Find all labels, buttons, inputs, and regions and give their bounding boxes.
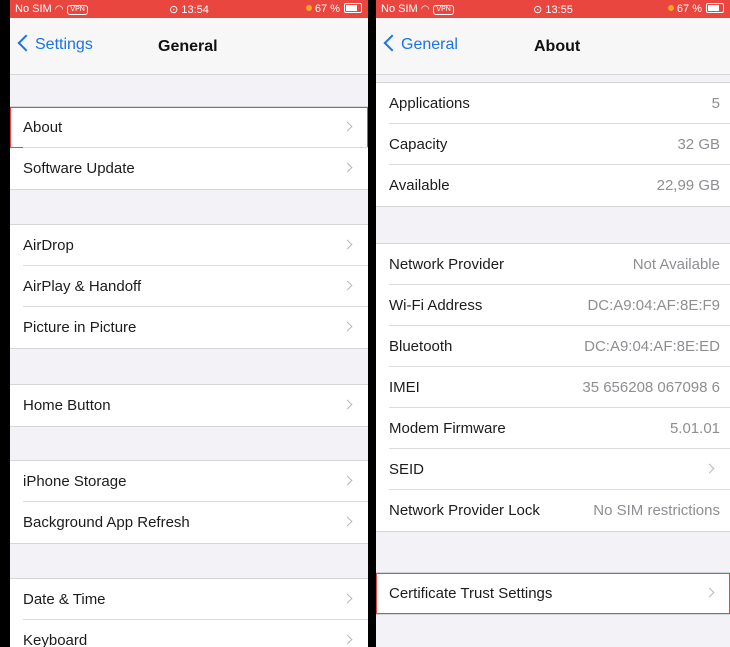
row-label: IMEI — [389, 379, 420, 396]
info-row-imei: IMEI 35 656208 067098 6 — [376, 367, 730, 408]
status-time: 13:55 — [545, 4, 573, 16]
info-row-certificate-trust-settings[interactable]: Certificate Trust Settings — [376, 573, 730, 614]
page-title: General — [158, 38, 218, 55]
right-phone-screen: No SIM ◠ VPN ⊙ 13:55 67 % General About Ap… — [376, 0, 730, 647]
info-row-network-provider: Network Provider Not Available — [376, 244, 730, 285]
row-label: Software Update — [23, 160, 135, 177]
row-value: 5.01.01 — [669, 420, 720, 437]
settings-row-software-update[interactable]: Software Update — [10, 148, 368, 189]
settings-row-airplay-handoff[interactable]: AirPlay & Handoff — [10, 266, 368, 307]
info-row-bluetooth: Bluetooth DC:A9:04:AF:8E:ED — [376, 326, 730, 367]
row-value: No SIM restrictions — [593, 502, 720, 519]
battery-icon — [706, 3, 724, 13]
back-label: Settings — [35, 36, 93, 53]
battery-icon — [344, 3, 362, 13]
settings-group: AirDrop AirPlay & Handoff Picture in Pic… — [10, 224, 368, 349]
settings-row-background-app-refresh[interactable]: Background App Refresh — [10, 502, 368, 543]
row-value: 5 — [711, 95, 720, 112]
orange-dot-icon — [667, 5, 674, 11]
row-label: Network Provider Lock — [389, 502, 540, 519]
row-label: SEID — [389, 461, 425, 478]
status-time: 13:54 — [181, 4, 209, 16]
alarm-icon: ⊙ — [533, 4, 546, 16]
row-label: Applications — [389, 95, 470, 112]
settings-row-picture-in-picture[interactable]: Picture in Picture — [10, 307, 368, 348]
row-label: Picture in Picture — [23, 319, 137, 336]
row-value: 22,99 GB — [656, 177, 720, 194]
info-row-available: Available 22,99 GB — [376, 165, 730, 206]
status-bar: No SIM ◠ VPN ⊙ 13:55 67 % — [376, 0, 730, 18]
battery-percent: 67 % — [314, 3, 340, 15]
chevron-right-icon — [342, 239, 353, 250]
navigation-bar: Settings General — [10, 18, 368, 75]
info-group: Network Provider Not Available Wi-Fi Addr… — [376, 243, 730, 532]
alarm-icon: ⊙ — [169, 4, 182, 16]
row-label: AirPlay & Handoff — [23, 278, 142, 295]
row-value: DC:A9:04:AF:8E:ED — [584, 338, 720, 355]
navigation-bar: General About — [376, 18, 730, 75]
row-label: About — [23, 119, 63, 136]
row-value: 32 GB — [677, 136, 720, 153]
chevron-right-icon — [342, 280, 353, 291]
orange-dot-icon — [305, 5, 312, 11]
row-label: Available — [389, 177, 450, 194]
settings-row-about[interactable]: About — [10, 107, 368, 148]
info-row-network-provider-lock: Network Provider Lock No SIM restrictions — [376, 490, 730, 531]
chevron-right-icon — [342, 121, 353, 132]
row-label: Home Button — [23, 397, 111, 414]
info-row-seid[interactable]: SEID — [376, 449, 730, 490]
page-title: About — [534, 38, 581, 55]
chevron-right-icon — [342, 399, 353, 410]
battery-percent: 67 % — [676, 3, 702, 15]
row-label: Network Provider — [389, 256, 505, 273]
settings-row-airdrop[interactable]: AirDrop — [10, 225, 368, 266]
chevron-right-icon — [342, 634, 353, 645]
row-label: AirDrop — [23, 237, 74, 254]
row-label: Bluetooth — [389, 338, 453, 355]
settings-group: iPhone Storage Background App Refresh — [10, 460, 368, 544]
row-label: Date & Time — [23, 591, 106, 608]
settings-group: Date & Time Keyboard — [10, 578, 368, 647]
settings-group: About Software Update — [10, 106, 368, 190]
info-row-applications: Applications 5 — [376, 83, 730, 124]
row-label: Certificate Trust Settings — [389, 585, 553, 602]
row-value: Not Available — [632, 256, 720, 273]
row-label: Background App Refresh — [23, 514, 190, 531]
chevron-right-icon — [342, 321, 353, 332]
back-button[interactable]: General — [383, 34, 458, 54]
row-label: Capacity — [389, 136, 448, 153]
chevron-right-icon — [704, 587, 715, 598]
info-row-capacity: Capacity 32 GB — [376, 124, 730, 165]
row-label: Wi-Fi Address — [389, 297, 483, 314]
back-label: General — [401, 36, 458, 53]
row-label: Keyboard — [23, 632, 88, 647]
chevron-right-icon — [342, 593, 353, 604]
chevron-right-icon — [342, 516, 353, 527]
back-button[interactable]: Settings — [17, 34, 93, 54]
settings-group: Home Button — [10, 384, 368, 427]
chevron-right-icon — [342, 475, 353, 486]
chevron-left-icon — [383, 34, 401, 52]
info-group: Certificate Trust Settings — [376, 572, 730, 615]
status-bar: No SIM ◠ VPN ⊙ 13:54 67 % — [10, 0, 368, 18]
row-label: iPhone Storage — [23, 473, 127, 490]
settings-row-date-time[interactable]: Date & Time — [10, 579, 368, 620]
row-value: DC:A9:04:AF:8E:F9 — [587, 297, 720, 314]
settings-row-home-button[interactable]: Home Button — [10, 385, 368, 426]
info-group: Applications 5 Capacity 32 GB Available 22,… — [376, 82, 730, 207]
settings-row-iphone-storage[interactable]: iPhone Storage — [10, 461, 368, 502]
info-row-wifi-address: Wi-Fi Address DC:A9:04:AF:8E:F9 — [376, 285, 730, 326]
chevron-right-icon — [704, 463, 715, 474]
info-row-modem-firmware: Modem Firmware 5.01.01 — [376, 408, 730, 449]
chevron-right-icon — [342, 162, 353, 173]
settings-row-keyboard[interactable]: Keyboard — [10, 620, 368, 647]
left-phone-screen: No SIM ◠ VPN ⊙ 13:54 67 % Settings General… — [10, 0, 368, 647]
row-value: 35 656208 067098 6 — [582, 379, 720, 396]
chevron-left-icon — [17, 34, 35, 52]
row-label: Modem Firmware — [389, 420, 506, 437]
